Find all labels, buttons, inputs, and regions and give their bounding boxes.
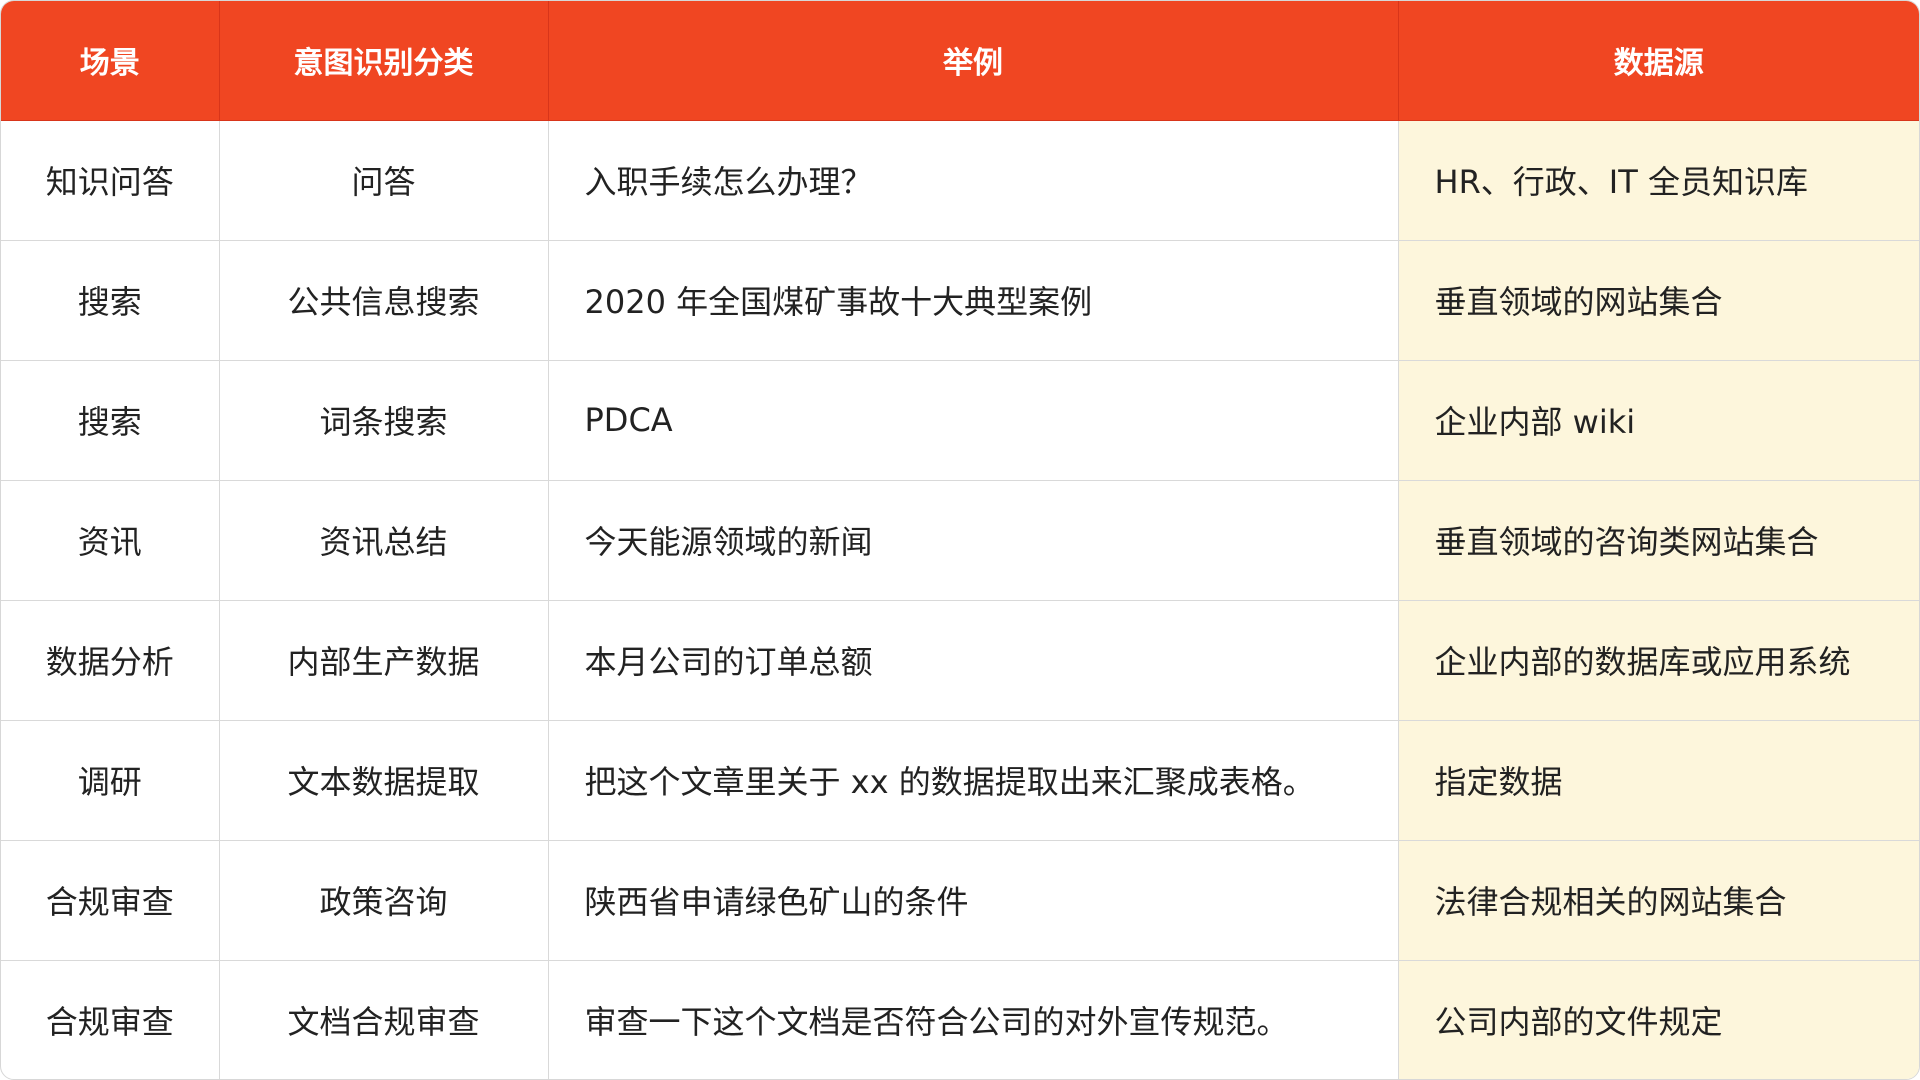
table-body: 知识问答 问答 入职手续怎么办理？ HR、行政、IT 全员知识库 搜索 公共信息…	[1, 120, 1919, 1079]
table-row: 合规审查 文档合规审查 审查一下这个文档是否符合公司的对外宣传规范。 公司内部的…	[1, 960, 1919, 1079]
header-scene: 场景	[1, 1, 220, 121]
cell-example: 审查一下这个文档是否符合公司的对外宣传规范。	[548, 960, 1399, 1079]
table-header: 场景 意图识别分类 举例 数据源	[1, 1, 1919, 121]
cell-example: 本月公司的订单总额	[548, 600, 1399, 721]
cell-intent: 问答	[219, 120, 549, 241]
cell-intent: 内部生产数据	[219, 600, 549, 721]
cell-intent: 词条搜索	[219, 360, 549, 481]
cell-source: 指定数据	[1398, 720, 1919, 841]
cell-source: 垂直领域的咨询类网站集合	[1398, 480, 1919, 601]
cell-intent: 资讯总结	[219, 480, 549, 601]
cell-scene: 搜索	[1, 240, 220, 361]
table-row: 资讯 资讯总结 今天能源领域的新闻 垂直领域的咨询类网站集合	[1, 480, 1919, 601]
table-row: 调研 文本数据提取 把这个文章里关于 xx 的数据提取出来汇聚成表格。 指定数据	[1, 720, 1919, 841]
header-example: 举例	[548, 1, 1399, 121]
cell-scene: 资讯	[1, 480, 220, 601]
header-intent: 意图识别分类	[219, 1, 549, 121]
intent-table-container: 场景 意图识别分类 举例 数据源 知识问答 问答 入职手续怎么办理？ HR、行政…	[0, 0, 1920, 1080]
cell-example: PDCA	[548, 360, 1399, 481]
cell-source: HR、行政、IT 全员知识库	[1398, 120, 1919, 241]
cell-intent: 政策咨询	[219, 840, 549, 961]
cell-scene: 合规审查	[1, 960, 220, 1079]
header-row: 场景 意图识别分类 举例 数据源	[1, 1, 1919, 121]
cell-example: 入职手续怎么办理？	[548, 120, 1399, 241]
cell-source: 垂直领域的网站集合	[1398, 240, 1919, 361]
cell-example: 今天能源领域的新闻	[548, 480, 1399, 601]
cell-scene: 合规审查	[1, 840, 220, 961]
intent-classification-table: 场景 意图识别分类 举例 数据源 知识问答 问答 入职手续怎么办理？ HR、行政…	[1, 1, 1919, 1079]
cell-source: 公司内部的文件规定	[1398, 960, 1919, 1079]
cell-source: 企业内部的数据库或应用系统	[1398, 600, 1919, 721]
cell-example: 陕西省申请绿色矿山的条件	[548, 840, 1399, 961]
table-row: 搜索 公共信息搜索 2020 年全国煤矿事故十大典型案例 垂直领域的网站集合	[1, 240, 1919, 361]
table-row: 知识问答 问答 入职手续怎么办理？ HR、行政、IT 全员知识库	[1, 120, 1919, 241]
cell-source: 企业内部 wiki	[1398, 360, 1919, 481]
cell-intent: 公共信息搜索	[219, 240, 549, 361]
cell-scene: 知识问答	[1, 120, 220, 241]
table-row: 数据分析 内部生产数据 本月公司的订单总额 企业内部的数据库或应用系统	[1, 600, 1919, 721]
cell-scene: 搜索	[1, 360, 220, 481]
cell-source: 法律合规相关的网站集合	[1398, 840, 1919, 961]
cell-scene: 调研	[1, 720, 220, 841]
cell-intent: 文档合规审查	[219, 960, 549, 1079]
table-row: 搜索 词条搜索 PDCA 企业内部 wiki	[1, 360, 1919, 481]
cell-example: 2020 年全国煤矿事故十大典型案例	[548, 240, 1399, 361]
table-row: 合规审查 政策咨询 陕西省申请绿色矿山的条件 法律合规相关的网站集合	[1, 840, 1919, 961]
cell-scene: 数据分析	[1, 600, 220, 721]
cell-intent: 文本数据提取	[219, 720, 549, 841]
header-source: 数据源	[1398, 1, 1919, 121]
cell-example: 把这个文章里关于 xx 的数据提取出来汇聚成表格。	[548, 720, 1399, 841]
